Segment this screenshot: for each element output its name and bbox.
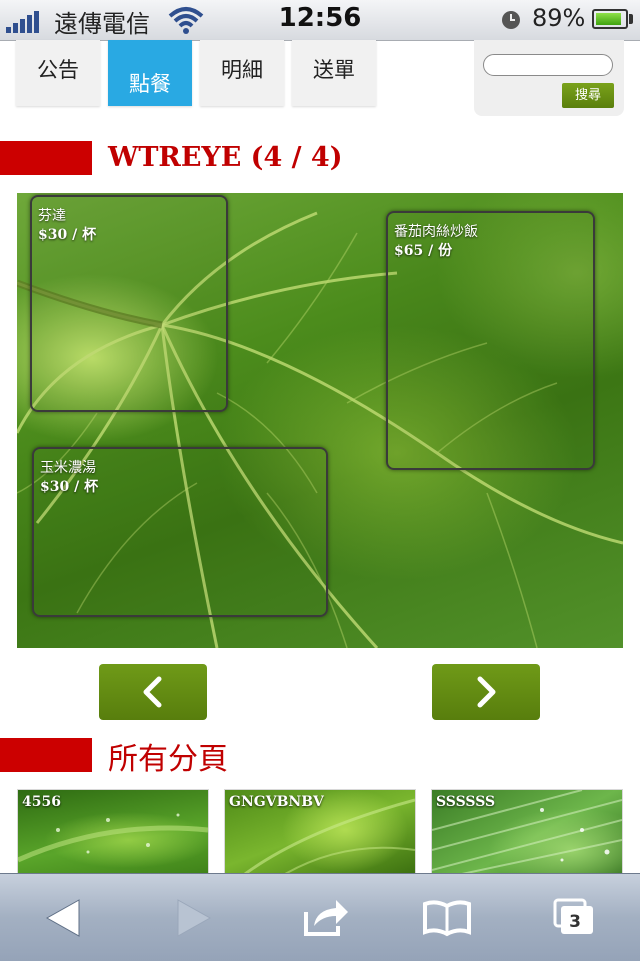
battery-icon — [592, 9, 628, 29]
page-title: WTREYE (4 / 4) — [108, 142, 343, 173]
search-button[interactable]: 搜尋 — [562, 83, 614, 108]
menu-item-price: $65 / 份 — [394, 243, 453, 259]
page-thumbnail[interactable]: SSSSSS — [431, 789, 623, 875]
search-input[interactable] — [483, 54, 613, 76]
thumbnail-label: 4556 — [22, 794, 61, 810]
menu-item-hotspot[interactable]: 番茄肉絲炒飯 $65 / 份 — [386, 211, 595, 470]
all-pages-heading: 所有分頁 — [108, 742, 228, 777]
bookmarks-icon — [423, 900, 471, 937]
menu-item-name: 玉米濃湯 — [40, 460, 96, 476]
chevron-left-icon — [143, 676, 162, 708]
menu-item-hotspot[interactable]: 玉米濃湯 $30 / 杯 — [32, 447, 328, 617]
battery-level-fill — [596, 13, 621, 25]
menu-item-price: $30 / 杯 — [38, 227, 97, 243]
menu-item-name: 番茄肉絲炒飯 — [394, 224, 478, 240]
thumbnail-label: GNGVBNBV — [229, 794, 324, 810]
tab-notice[interactable]: 公告 — [16, 40, 100, 106]
menu-item-name: 芬達 — [38, 208, 66, 224]
share-button[interactable] — [274, 874, 374, 961]
page-thumbnail[interactable]: 4556 — [17, 789, 209, 875]
menu-item-hotspot[interactable]: 芬達 $30 / 杯 — [30, 195, 228, 412]
chevron-right-icon — [477, 676, 496, 708]
bookmarks-button[interactable] — [394, 874, 494, 961]
next-page-button[interactable] — [432, 664, 540, 720]
back-button[interactable] — [15, 874, 115, 961]
back-arrow-icon — [45, 899, 80, 937]
forward-button[interactable] — [142, 874, 242, 961]
thumbnail-label: SSSSSS — [436, 794, 496, 810]
battery-percent: 89% — [532, 4, 586, 32]
share-icon — [304, 900, 348, 936]
prev-page-button[interactable] — [99, 664, 207, 720]
tab-submit[interactable]: 送單 — [292, 40, 376, 106]
section-marker — [0, 141, 92, 175]
browser-toolbar — [0, 873, 640, 961]
alarm-icon — [502, 11, 520, 29]
forward-arrow-icon — [177, 899, 212, 937]
tab-order[interactable]: 點餐 — [108, 40, 192, 106]
tab-detail[interactable]: 明細 — [200, 40, 284, 106]
search-panel: 搜尋 — [474, 40, 624, 116]
menu-item-price: $30 / 杯 — [40, 479, 99, 495]
menu-image: 芬達 $30 / 杯 番茄肉絲炒飯 $65 / 份 玉米濃湯 $30 / 杯 — [17, 193, 623, 648]
tab-count-badge: 3 — [563, 910, 587, 934]
status-bar: 遠傳電信 12:56 89% — [0, 0, 640, 41]
section-marker — [0, 738, 92, 772]
page-thumbnail[interactable]: GNGVBNBV — [224, 789, 416, 875]
battery-tip — [629, 14, 633, 24]
